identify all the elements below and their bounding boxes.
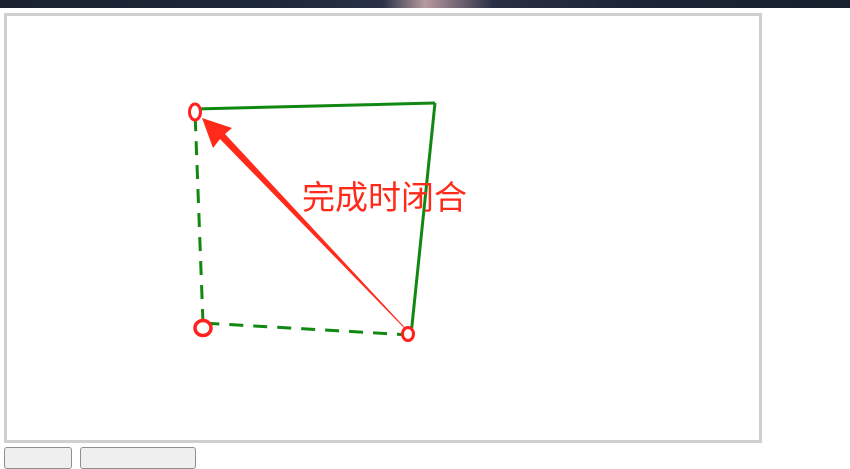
vertex-marker-top-left[interactable]	[188, 102, 202, 122]
vertex-marker-bottom-left[interactable]	[193, 318, 213, 338]
vertex-marker-bottom-right[interactable]	[401, 326, 415, 342]
toolbar-button-2[interactable]	[80, 447, 196, 469]
polygon-edge-bottom-dashed	[202, 321, 412, 337]
polygon-drawing: 完成时闭合	[188, 101, 467, 342]
closing-annotation-label: 完成时闭合	[302, 178, 467, 217]
toolbar-button-1[interactable]	[4, 447, 72, 469]
polygon-edge-right	[409, 102, 437, 336]
polygon-edge-left-dashed	[193, 111, 205, 324]
closing-arrow	[202, 118, 410, 333]
polygon-edge-top	[194, 101, 436, 111]
